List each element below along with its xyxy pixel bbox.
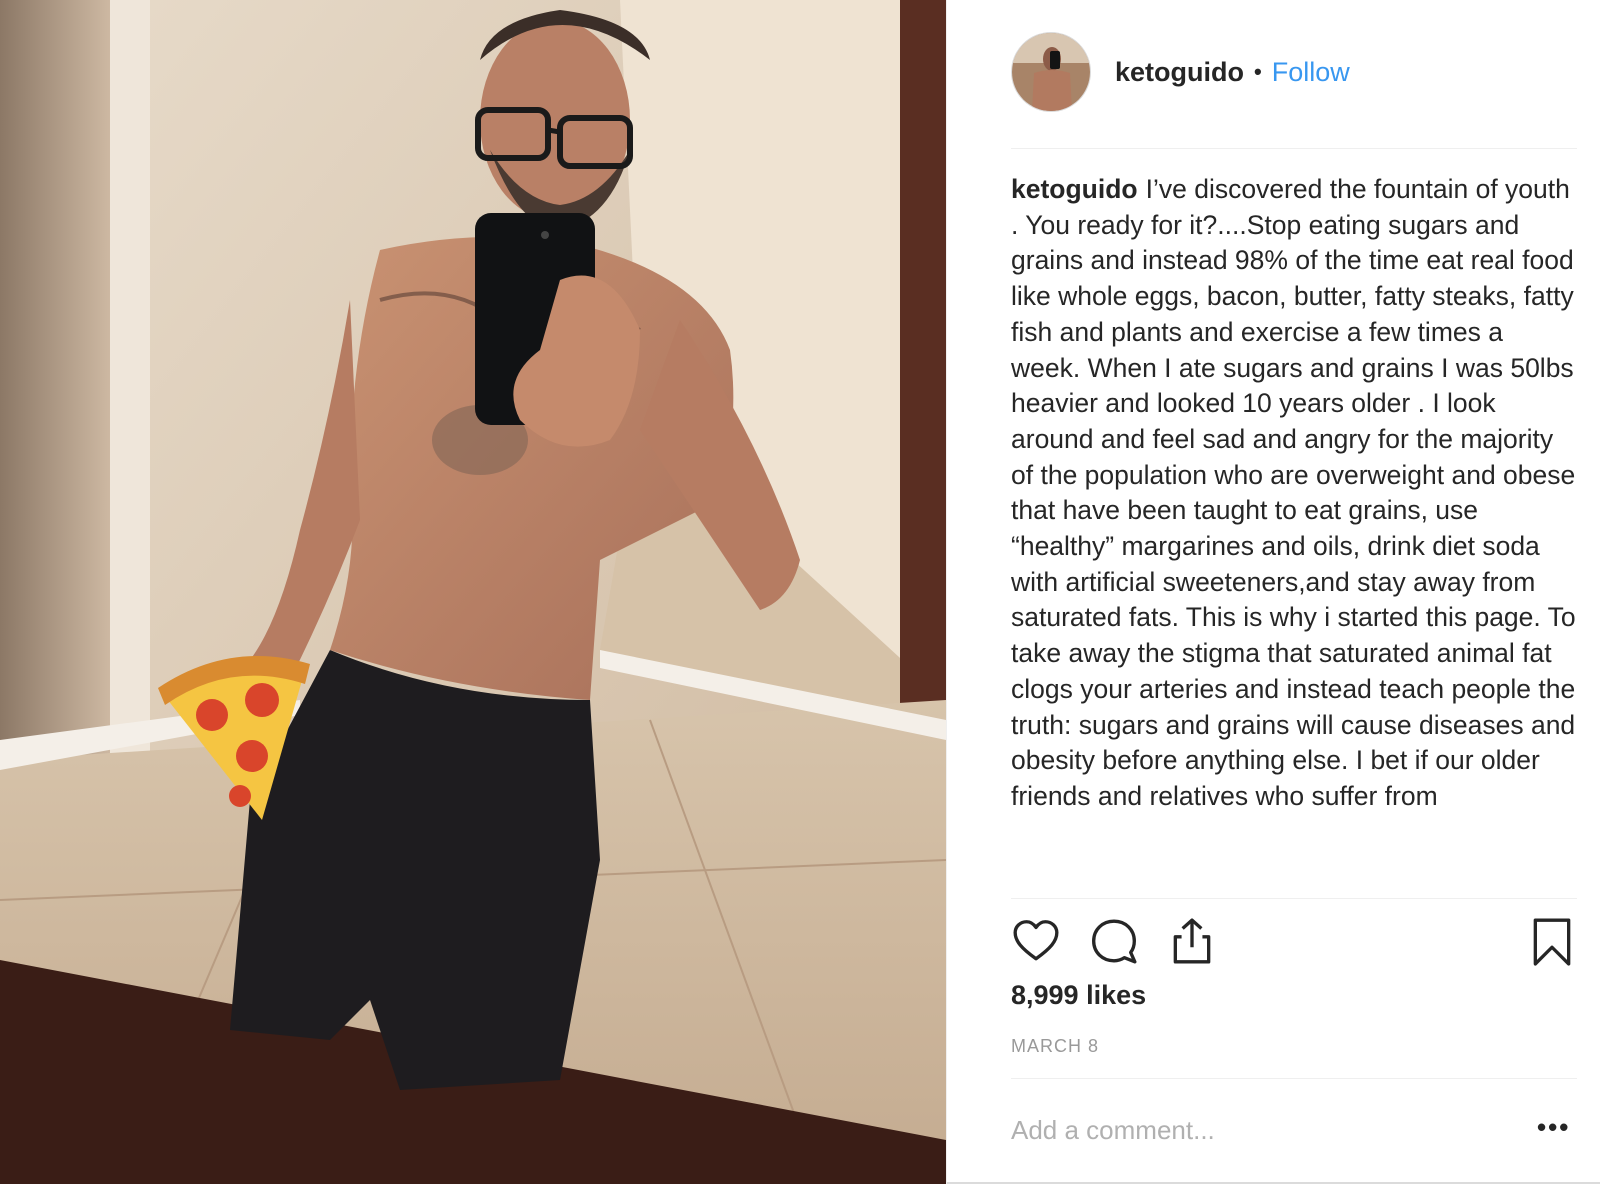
header-divider (1011, 148, 1577, 149)
post-header: ketoguido • Follow (1011, 32, 1577, 112)
username-link[interactable]: ketoguido (1115, 57, 1244, 88)
share-icon[interactable] (1167, 916, 1217, 966)
caption-divider (1011, 898, 1577, 899)
caption-text: I’ve discovered the fountain of youth . … (1011, 174, 1576, 811)
likes-count[interactable]: 8,999 likes (1011, 980, 1146, 1011)
mirror-selfie-image (0, 0, 946, 1184)
instagram-post: ketoguido • Follow ketoguido I’ve discove… (0, 0, 1600, 1184)
post-date[interactable]: MARCH 8 (1011, 1036, 1099, 1057)
avatar-image (1012, 33, 1090, 111)
separator-dot: • (1254, 59, 1262, 84)
action-bar (1011, 916, 1577, 968)
post-photo[interactable] (0, 0, 946, 1184)
follow-button[interactable]: Follow (1272, 57, 1350, 88)
comment-bubble-icon[interactable] (1089, 916, 1139, 966)
caption-username[interactable]: ketoguido (1011, 174, 1138, 204)
caption: ketoguido I’ve discovered the fountain of… (1011, 172, 1577, 890)
more-options-icon[interactable]: ••• (1537, 1112, 1570, 1143)
comment-divider (1011, 1078, 1577, 1079)
comment-input[interactable] (1011, 1110, 1511, 1150)
header-text: ketoguido • Follow (1115, 57, 1350, 88)
post-side-panel: ketoguido • Follow ketoguido I’ve discove… (946, 0, 1600, 1184)
heart-icon[interactable] (1011, 916, 1061, 966)
profile-avatar[interactable] (1011, 32, 1091, 112)
bookmark-icon[interactable] (1527, 916, 1577, 966)
